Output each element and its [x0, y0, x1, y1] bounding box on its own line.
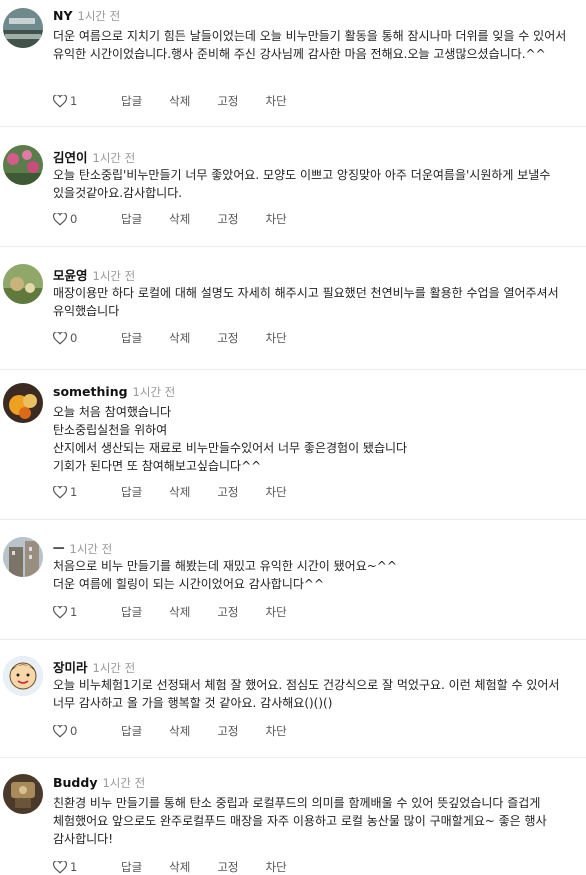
like-button[interactable]: 0 [53, 212, 121, 226]
heart-outline-icon [53, 485, 67, 499]
comment-text: 오늘 처음 참여했습니다 탄소중립실천을 위하여 산지에서 생산되는 재료로 비… [53, 403, 582, 475]
like-count: 0 [70, 331, 78, 345]
comment-author[interactable]: 모윤영 [53, 265, 88, 284]
comment-actions: 1 답글 삭제 고정 차단 [53, 93, 314, 109]
comment-line: 더운 여름으로 지치기 힘든 날들이었는데 오늘 비누만들기 활동을 통해 잠시… [53, 29, 567, 61]
comment-item: 김연이 1시간 전 오늘 탄소중립'비누만들기 너무 좋았어요. 모양도 이쁘고 … [0, 127, 586, 247]
block-button[interactable]: 차단 [266, 484, 287, 500]
like-button[interactable]: 0 [53, 724, 121, 738]
block-button[interactable]: 차단 [266, 723, 287, 739]
comment-line: 오늘 탄소중립'비누만들기 너무 좋았어요. 모양도 이쁘고 앙징맞아 아주 더… [53, 168, 551, 200]
comment-text: 친환경 비누 만들기를 통해 탄소 중립과 로컬푸드의 의미를 함께배울 수 있… [53, 794, 582, 848]
comment-item: 모윤영 1시간 전 매장이용만 하다 로컬에 대해 설명도 자세히 해주시고 필요… [0, 247, 586, 370]
comment-line: 기회가 된다면 또 참여해보고싶습니다^^ [53, 459, 262, 473]
like-count: 1 [70, 485, 78, 499]
heart-outline-icon [53, 212, 67, 226]
avatar[interactable] [3, 774, 43, 814]
comment-author[interactable]: 장미라 [53, 657, 88, 676]
delete-button[interactable]: 삭제 [169, 330, 190, 346]
comment-author[interactable]: 김연이 [53, 147, 88, 166]
like-button[interactable]: 1 [53, 860, 121, 874]
comment-actions: 0 답글 삭제 고정 차단 [53, 723, 314, 739]
like-count: 1 [70, 860, 78, 874]
comment-author[interactable]: Buddy [53, 775, 97, 790]
comment-actions: 0 답글 삭제 고정 차단 [53, 330, 314, 346]
comment-line: 친환경 비누 만들기를 통해 탄소 중립과 로컬푸드의 의미를 함께배울 수 있… [53, 796, 547, 846]
comment-line: 오늘 비누체험1기로 선정돼서 체험 잘 했어요. 점심도 건강식으로 잘 먹었… [53, 678, 560, 710]
like-count: 1 [70, 94, 78, 108]
like-button[interactable]: 1 [53, 94, 121, 108]
comment-time: 1시간 전 [77, 9, 121, 23]
pin-button[interactable]: 고정 [217, 93, 238, 109]
like-count: 1 [70, 605, 78, 619]
comment-time: 1시간 전 [92, 661, 136, 675]
reply-button[interactable]: 답글 [121, 723, 142, 739]
pin-button[interactable]: 고정 [217, 723, 238, 739]
avatar[interactable] [3, 145, 43, 185]
block-button[interactable]: 차단 [266, 604, 287, 620]
pin-button[interactable]: 고정 [217, 330, 238, 346]
comment-text: 매장이용만 하다 로컬에 대해 설명도 자세히 해주시고 필요했던 천연비누를 … [53, 284, 582, 320]
comment-list: NY 1시간 전 더운 여름으로 지치기 힘든 날들이었는데 오늘 비누만들기 활… [0, 0, 586, 874]
comment-actions: 1 답글 삭제 고정 차단 [53, 484, 314, 500]
comment-time: 1시간 전 [132, 385, 176, 399]
delete-button[interactable]: 삭제 [169, 723, 190, 739]
reply-button[interactable]: 답글 [121, 93, 142, 109]
comment-time: 1시간 전 [69, 542, 113, 556]
comment-item: something 1시간 전 오늘 처음 참여했습니다 탄소중립실천을 위하여 … [0, 370, 586, 520]
heart-outline-icon [53, 605, 67, 619]
block-button[interactable]: 차단 [266, 211, 287, 227]
like-count: 0 [70, 724, 78, 738]
delete-button[interactable]: 삭제 [169, 604, 190, 620]
avatar[interactable] [3, 383, 43, 423]
comment-text: 오늘 비누체험1기로 선정돼서 체험 잘 했어요. 점심도 건강식으로 잘 먹었… [53, 676, 582, 712]
pin-button[interactable]: 고정 [217, 604, 238, 620]
comment-item: ㅡ 1시간 전 처음으로 비누 만들기를 해봤는데 재밌고 유익한 시간이 됐어요… [0, 520, 586, 640]
comment-time: 1시간 전 [92, 269, 136, 283]
like-button[interactable]: 1 [53, 485, 121, 499]
comment-time: 1시간 전 [102, 776, 146, 790]
reply-button[interactable]: 답글 [121, 484, 142, 500]
comment-line: 오늘 처음 참여했습니다 [53, 405, 172, 419]
reply-button[interactable]: 답글 [121, 604, 142, 620]
comment-text: 처음으로 비누 만들기를 해봤는데 재밌고 유익한 시간이 됐어요~^^ 더운 … [53, 557, 582, 593]
pin-button[interactable]: 고정 [217, 484, 238, 500]
comment-author[interactable]: ㅡ [53, 538, 65, 557]
pin-button[interactable]: 고정 [217, 211, 238, 227]
reply-button[interactable]: 답글 [121, 211, 142, 227]
comment-author[interactable]: NY [53, 8, 73, 23]
comment-actions: 1 답글 삭제 고정 차단 [53, 604, 314, 620]
block-button[interactable]: 차단 [266, 330, 287, 346]
comment-line: 처음으로 비누 만들기를 해봤는데 재밌고 유익한 시간이 됐어요~^^ [53, 559, 397, 573]
heart-outline-icon [53, 94, 67, 108]
heart-outline-icon [53, 860, 67, 874]
comment-item: NY 1시간 전 더운 여름으로 지치기 힘든 날들이었는데 오늘 비누만들기 활… [0, 0, 586, 127]
reply-button[interactable]: 답글 [121, 330, 142, 346]
comment-author[interactable]: something [53, 384, 128, 399]
avatar[interactable] [3, 8, 43, 48]
comment-actions: 0 답글 삭제 고정 차단 [53, 211, 314, 227]
like-button[interactable]: 1 [53, 605, 121, 619]
heart-outline-icon [53, 724, 67, 738]
delete-button[interactable]: 삭제 [169, 211, 190, 227]
comment-line: 산지에서 생산되는 재료로 비누만들수있어서 너무 좋은경험이 됐습니다 [53, 441, 408, 455]
comment-time: 1시간 전 [92, 151, 136, 165]
comment-text: 더운 여름으로 지치기 힘든 날들이었는데 오늘 비누만들기 활동을 통해 잠시… [53, 27, 582, 63]
like-button[interactable]: 0 [53, 331, 121, 345]
comment-text: 오늘 탄소중립'비누만들기 너무 좋았어요. 모양도 이쁘고 앙징맞아 아주 더… [53, 166, 582, 202]
avatar[interactable] [3, 264, 43, 304]
comment-item: Buddy 1시간 전 친환경 비누 만들기를 통해 탄소 중립과 로컬푸드의 의… [0, 758, 586, 874]
block-button[interactable]: 차단 [266, 93, 287, 109]
avatar[interactable] [3, 537, 43, 577]
comment-line: 더운 여름에 힐링이 되는 시간이었어요 감사합니다^^ [53, 577, 325, 591]
heart-outline-icon [53, 331, 67, 345]
avatar[interactable] [3, 656, 43, 696]
comment-line: 매장이용만 하다 로컬에 대해 설명도 자세히 해주시고 필요했던 천연비누를 … [53, 286, 559, 318]
comment-item: 장미라 1시간 전 오늘 비누체험1기로 선정돼서 체험 잘 했어요. 점심도 건… [0, 640, 586, 758]
like-count: 0 [70, 212, 78, 226]
delete-button[interactable]: 삭제 [169, 93, 190, 109]
delete-button[interactable]: 삭제 [169, 484, 190, 500]
comment-line: 탄소중립실천을 위하여 [53, 423, 168, 437]
